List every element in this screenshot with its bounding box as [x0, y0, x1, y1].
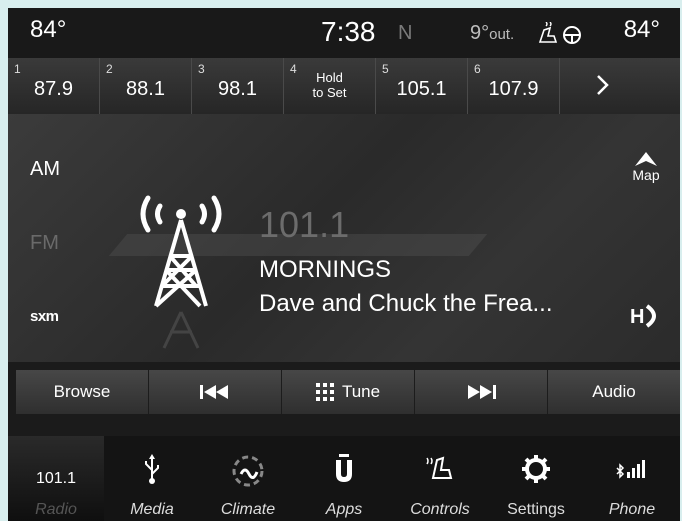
hd-radio-icon: H — [630, 304, 656, 328]
band-fm[interactable]: FM — [30, 232, 59, 255]
nav-controls-label: Controls — [410, 501, 470, 518]
driver-temp[interactable]: 84° — [30, 16, 66, 44]
preset-6[interactable]: 6 107.9 — [468, 58, 560, 114]
preset-bar: 1 87.9 2 88.1 3 98.1 4 Hold to Set 5 105.… — [8, 58, 680, 114]
outside-temp-suffix: out. — [489, 26, 515, 43]
gear-icon — [522, 455, 550, 483]
band-sxm[interactable]: sxm — [30, 308, 59, 325]
nav-radio-frequency: 101.1 — [35, 470, 77, 487]
nav-phone[interactable]: Phone — [584, 436, 680, 521]
passenger-temp[interactable]: 84° — [624, 16, 660, 44]
seek-back-button[interactable] — [149, 370, 282, 414]
audio-button[interactable]: Audio — [548, 370, 680, 414]
preset-frequency: 88.1 — [126, 78, 165, 100]
usb-icon — [145, 454, 159, 484]
seek-back-icon — [200, 385, 228, 399]
seek-forward-icon — [468, 385, 496, 399]
apps-icon — [336, 454, 352, 482]
nav-apps[interactable]: Apps — [296, 436, 392, 521]
seek-forward-button[interactable] — [415, 370, 548, 414]
next-presets-button[interactable] — [560, 58, 680, 114]
preset-number: 5 — [382, 62, 389, 76]
outside-temp: 9°out. — [470, 22, 514, 45]
phone-signal-icon — [616, 460, 645, 479]
compass-heading: N — [398, 22, 413, 44]
status-bar: 84° 7:38 N 9°out. 84° — [8, 8, 680, 58]
heated-seat-wheel-icon[interactable] — [536, 21, 584, 46]
preset-3[interactable]: 3 98.1 — [192, 58, 284, 114]
preset-number: 6 — [474, 62, 481, 76]
nav-climate[interactable]: Climate — [200, 436, 296, 521]
climate-icon — [232, 455, 264, 487]
hold-line-2: to Set — [312, 85, 347, 100]
map-label: Map — [632, 167, 660, 183]
tune-label: Tune — [341, 382, 381, 401]
nav-settings-label: Settings — [507, 501, 565, 518]
band-am[interactable]: AM — [30, 158, 60, 181]
preset-frequency: 87.9 — [34, 78, 73, 100]
preset-1[interactable]: 1 87.9 — [8, 58, 100, 114]
clock: 7:38 — [321, 16, 376, 47]
station-info: Dave and Chuck the Frea... — [259, 290, 553, 317]
preset-number: 2 — [106, 62, 113, 76]
outside-temp-value: 9° — [470, 22, 490, 44]
nav-phone-label: Phone — [608, 501, 656, 518]
nav-radio[interactable]: 101.1 Radio — [8, 436, 104, 521]
browse-label: Browse — [53, 382, 111, 401]
preset-number: 1 — [14, 62, 21, 76]
keypad-icon — [315, 383, 334, 401]
preset-frequency: 105.1 — [396, 78, 447, 100]
radio-screen: 84° 7:38 N 9°out. 84° 1 87.9 2 88.1 3 98… — [8, 8, 680, 521]
chevron-right-icon — [597, 75, 609, 95]
nav-controls[interactable]: Controls — [392, 436, 488, 521]
nav-apps-label: Apps — [325, 501, 363, 518]
nav-media[interactable]: Media — [104, 436, 200, 521]
tune-button[interactable]: Tune — [282, 370, 415, 414]
nav-radio-label: Radio — [35, 501, 77, 518]
preset-5[interactable]: 5 105.1 — [376, 58, 468, 114]
preset-2[interactable]: 2 88.1 — [100, 58, 192, 114]
hold-line-1: Hold — [316, 70, 343, 85]
station-frequency: 101.1 — [259, 204, 350, 245]
radio-tower-icon — [140, 195, 222, 349]
bottom-nav: 101.1 Radio Media Climate Apps Controls … — [8, 436, 680, 521]
now-playing-panel: AM FM sxm 101.1 MORNINGS Dave and Chuck … — [8, 114, 680, 362]
nav-settings[interactable]: Settings — [488, 436, 584, 521]
svg-text:H: H — [630, 306, 644, 328]
preset-number: 3 — [198, 62, 205, 76]
preset-hold-label: Hold to Set — [284, 70, 375, 100]
station-name: MORNINGS — [259, 256, 391, 283]
map-button[interactable]: Map — [626, 152, 666, 183]
map-arrow-icon — [635, 152, 657, 166]
nav-media-label: Media — [130, 501, 174, 518]
preset-4[interactable]: 4 Hold to Set — [284, 58, 376, 114]
preset-frequency: 107.9 — [488, 78, 539, 100]
audio-label: Audio — [592, 382, 636, 401]
radio-controls: Browse Tune Audio — [16, 370, 680, 414]
nav-climate-label: Climate — [220, 501, 276, 518]
preset-frequency: 98.1 — [218, 78, 257, 100]
browse-button[interactable]: Browse — [16, 370, 149, 414]
seat-controls-icon — [426, 456, 453, 479]
